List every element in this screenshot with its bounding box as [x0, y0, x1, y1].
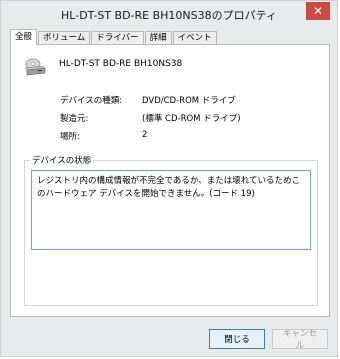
close-icon: ✕: [312, 4, 324, 18]
cancel-button[interactable]: キャンセル: [272, 329, 328, 351]
device-status-textbox[interactable]: レジストリ内の構成情報が不完全であるか、または壊れているためこのハードウェア デ…: [31, 170, 311, 250]
window-title: HL-DT-ST BD-RE BH10NS38のプロパティ: [61, 9, 277, 22]
manufacturer-value: (標準 CD-ROM ドライブ): [142, 114, 241, 124]
location-value: 2: [142, 130, 148, 140]
general-tab-panel: HL-DT-ST BD-RE BH10NS38 デバイスの種類: DVD/CD-…: [10, 44, 330, 317]
device-status-title: デバイスの状態: [30, 154, 94, 166]
device-name: HL-DT-ST BD-RE BH10NS38: [59, 59, 183, 69]
manufacturer-label: 製造元:: [60, 114, 89, 124]
tab-driver[interactable]: ドライバー: [91, 31, 144, 45]
device-status-text: レジストリ内の構成情報が不完全であるか、または壊れているためこのハードウェア デ…: [37, 176, 300, 199]
properties-dialog: HL-DT-ST BD-RE BH10NS38のプロパティ ✕ 全般 ボリューム…: [0, 0, 338, 357]
tab-general[interactable]: 全般: [10, 29, 38, 45]
tab-details[interactable]: 詳細: [144, 31, 172, 45]
optical-drive-icon: [24, 58, 46, 76]
tab-events[interactable]: イベント: [172, 31, 217, 45]
device-type-value: DVD/CD-ROM ドライブ: [142, 96, 236, 106]
tab-strip: 全般 ボリューム ドライバー 詳細 イベント: [10, 29, 218, 45]
device-type-label: デバイスの種類:: [60, 96, 123, 106]
location-label: 場所:: [60, 132, 80, 142]
close-window-button[interactable]: ✕: [306, 2, 330, 20]
title-bar[interactable]: HL-DT-ST BD-RE BH10NS38のプロパティ ✕: [2, 2, 336, 27]
device-status-group: デバイスの状態 レジストリ内の構成情報が不完全であるか、または壊れているためこの…: [24, 154, 318, 306]
close-button[interactable]: 閉じる: [209, 329, 265, 349]
tab-volumes[interactable]: ボリューム: [38, 31, 91, 45]
